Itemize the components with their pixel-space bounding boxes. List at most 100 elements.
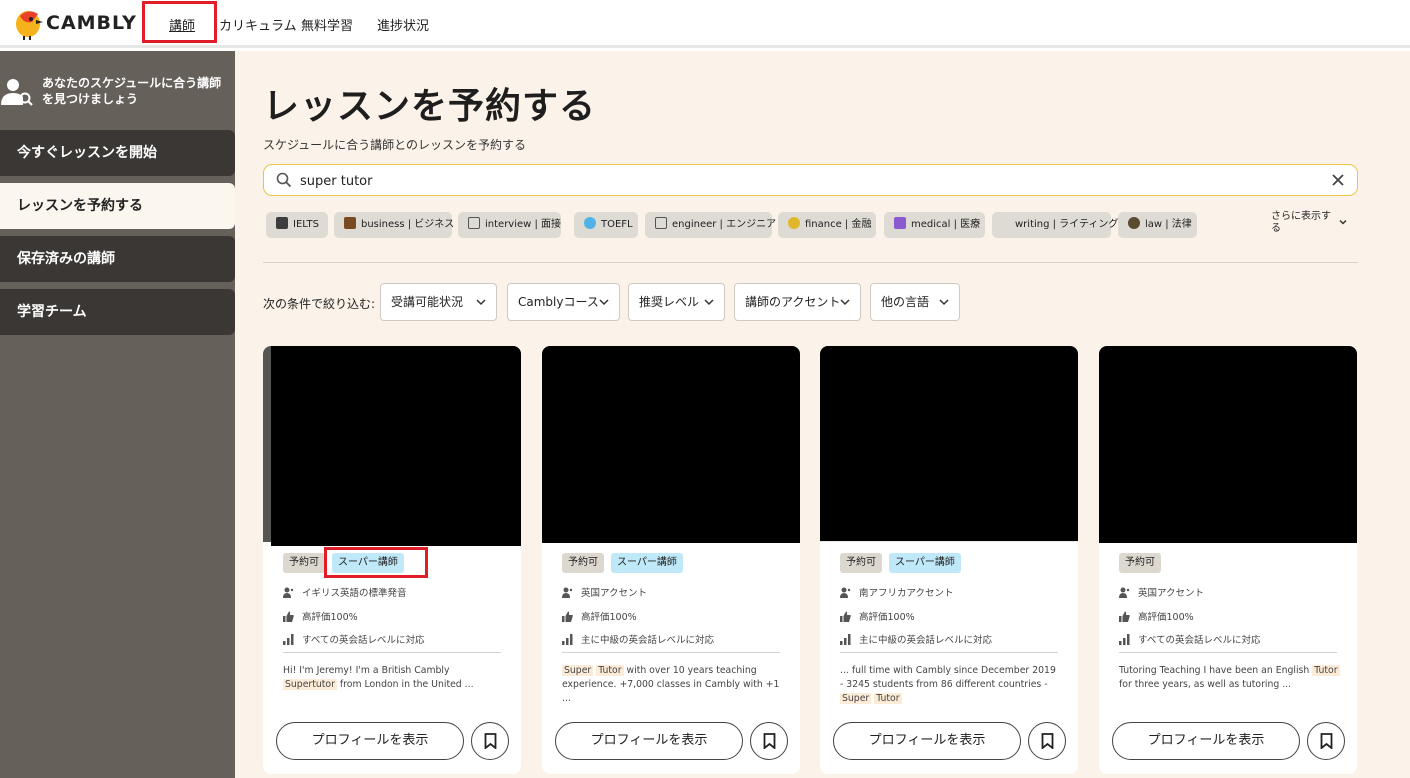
bio-text: from London in the United ... bbox=[336, 679, 474, 690]
chevron-down-icon bbox=[939, 299, 949, 306]
redaction-block bbox=[271, 346, 521, 546]
search-bar bbox=[263, 164, 1358, 196]
tutor-card[interactable]: 予約可 英国アクセント 高評価100% すべての英会話レベルに対応 Tutori… bbox=[1099, 346, 1357, 774]
bar-chart-icon bbox=[840, 634, 851, 645]
save-tutor-button[interactable] bbox=[1028, 722, 1066, 760]
bookmark-icon bbox=[1041, 733, 1054, 749]
page-title: レッスンを予約する bbox=[263, 86, 597, 127]
search-input[interactable] bbox=[300, 171, 1300, 191]
bio-highlight: Tutor bbox=[874, 693, 902, 704]
chip-writing[interactable]: writing | ライティング bbox=[992, 212, 1118, 238]
level-text: 主に中級の英会話レベルに対応 bbox=[581, 635, 715, 646]
chip-finance[interactable]: finance | 金融 bbox=[778, 212, 876, 238]
accent-text: イギリス英語の標準発音 bbox=[302, 588, 407, 599]
filter-availability[interactable]: 受講可能状況 bbox=[380, 283, 497, 321]
save-tutor-button[interactable] bbox=[1307, 722, 1345, 760]
super-tutor-badge: スーパー講師 bbox=[611, 553, 683, 573]
available-badge: 予約可 bbox=[1119, 553, 1161, 573]
thumbs-up-icon bbox=[840, 611, 851, 622]
bio-text: ... full time with Cambly since December… bbox=[840, 665, 1056, 690]
tutor-card[interactable]: 予約可 スーパー講師 英国アクセント 高評価100% 主に中級の英会話レベルに対… bbox=[542, 346, 800, 774]
card-divider bbox=[840, 652, 1058, 653]
filter-text: 講師のアクセント bbox=[745, 295, 841, 309]
available-badge: 予約可 bbox=[562, 553, 604, 573]
accent-row: 英国アクセント bbox=[1119, 585, 1204, 599]
sidebar: あなたのスケジュールに合う講師を見つけましょう 今すぐレッスンを開始 レッスンを… bbox=[0, 51, 235, 778]
thumbs-up-icon bbox=[562, 611, 573, 622]
chip-medical[interactable]: medical | 医療 bbox=[884, 212, 985, 238]
save-tutor-button[interactable] bbox=[750, 722, 788, 760]
chevron-down-icon bbox=[476, 299, 486, 306]
annotation-highlight-box bbox=[324, 547, 428, 578]
filter-tutor-accent[interactable]: 講師のアクセント bbox=[734, 283, 861, 321]
filter-cambly-course[interactable]: Camblyコース bbox=[507, 283, 620, 321]
scales-icon bbox=[1128, 217, 1140, 229]
redaction-block bbox=[542, 346, 800, 543]
tutor-bio: Super Tutor with over 10 years teaching … bbox=[562, 664, 784, 706]
nav-progress[interactable]: 進捗状況 bbox=[377, 15, 429, 34]
chip-label: IELTS bbox=[293, 219, 319, 230]
sidebar-item-book-lesson[interactable]: レッスンを予約する bbox=[0, 183, 235, 229]
chip-law[interactable]: law | 法律 bbox=[1118, 212, 1197, 238]
writing-icon bbox=[1002, 217, 1010, 229]
clear-search-icon[interactable] bbox=[1329, 171, 1347, 189]
bio-highlight: Supertutor bbox=[283, 679, 337, 690]
bio-highlight: Super bbox=[840, 693, 872, 704]
accent-text: 南アフリカアクセント bbox=[859, 588, 954, 599]
chevron-down-icon[interactable] bbox=[1338, 217, 1348, 227]
find-tutor-icon bbox=[1, 79, 33, 106]
filter-text: 推奨レベル bbox=[639, 295, 700, 309]
tutor-card[interactable]: 予約可 スーパー講師 南アフリカアクセント 高評価100% 主に中級の英会話レベ… bbox=[820, 346, 1078, 774]
sidebar-header: あなたのスケジュールに合う講師を見つけましょう bbox=[0, 69, 235, 129]
view-profile-button[interactable]: プロフィールを表示 bbox=[833, 722, 1021, 760]
rating-text: 高評価100% bbox=[302, 612, 358, 623]
chip-toefl[interactable]: TOEFL bbox=[574, 212, 638, 238]
bookmark-icon bbox=[763, 733, 776, 749]
view-profile-button[interactable]: プロフィールを表示 bbox=[555, 722, 743, 760]
accent-row: 南アフリカアクセント bbox=[840, 585, 954, 599]
brand-name: CAMBLY bbox=[46, 12, 137, 34]
sidebar-item-saved-tutors[interactable]: 保存済みの講師 bbox=[0, 236, 235, 282]
chip-interview[interactable]: interview | 面接 bbox=[458, 212, 561, 238]
cambly-bird-icon bbox=[16, 11, 43, 40]
level-row: すべての英会話レベルに対応 bbox=[283, 632, 424, 646]
bio-text: Tutoring Teaching I have been an English bbox=[1119, 665, 1313, 676]
card-divider bbox=[283, 652, 501, 653]
chip-ielts[interactable]: IELTS bbox=[266, 212, 328, 238]
bio-highlight: Super bbox=[562, 665, 594, 676]
card-divider bbox=[1119, 652, 1337, 653]
tutor-card[interactable]: 予約可 スーパー講師 イギリス英語の標準発音 高評価100% すべての英会話レベ… bbox=[263, 346, 521, 774]
accent-icon bbox=[840, 587, 851, 598]
chip-label: business | ビジネス bbox=[361, 219, 455, 230]
nav-free-learning[interactable]: 無料学習 bbox=[301, 15, 353, 34]
filter-recommended-level[interactable]: 推奨レベル bbox=[628, 283, 725, 321]
pen-icon bbox=[468, 217, 480, 229]
redaction-block bbox=[545, 536, 800, 542]
filter-other-languages[interactable]: 他の言語 bbox=[870, 283, 960, 321]
available-badge: 予約可 bbox=[283, 553, 325, 573]
tutor-bio: ... full time with Cambly since December… bbox=[840, 664, 1062, 706]
view-profile-button[interactable]: プロフィールを表示 bbox=[1112, 722, 1300, 760]
show-more-link[interactable]: さらに表示する bbox=[1271, 211, 1333, 235]
chip-engineer[interactable]: engineer | エンジニア bbox=[645, 212, 776, 238]
tutor-bio: Tutoring Teaching I have been an English… bbox=[1119, 664, 1341, 692]
chip-business[interactable]: business | ビジネス bbox=[334, 212, 455, 238]
view-profile-button[interactable]: プロフィールを表示 bbox=[276, 722, 464, 760]
chevron-down-icon bbox=[840, 299, 850, 306]
briefcase-icon bbox=[344, 217, 356, 229]
card-divider bbox=[562, 652, 780, 653]
chevron-down-icon bbox=[599, 299, 609, 306]
filter-text: 受講可能状況 bbox=[391, 295, 464, 309]
sidebar-item-learning-team[interactable]: 学習チーム bbox=[0, 289, 235, 335]
redaction-block bbox=[1099, 346, 1357, 543]
filter-text: 他の言語 bbox=[881, 295, 930, 309]
level-text: 主に中級の英会話レベルに対応 bbox=[859, 635, 993, 646]
chip-label: interview | 面接 bbox=[485, 219, 562, 230]
redaction-block bbox=[820, 346, 1078, 541]
level-row: 主に中級の英会話レベルに対応 bbox=[840, 632, 992, 646]
cambly-logo[interactable]: CAMBLY bbox=[14, 6, 136, 40]
nav-curriculum[interactable]: カリキュラム bbox=[219, 15, 297, 34]
save-tutor-button[interactable] bbox=[471, 722, 509, 760]
bar-chart-icon bbox=[562, 634, 573, 645]
sidebar-item-start-now[interactable]: 今すぐレッスンを開始 bbox=[0, 130, 235, 176]
